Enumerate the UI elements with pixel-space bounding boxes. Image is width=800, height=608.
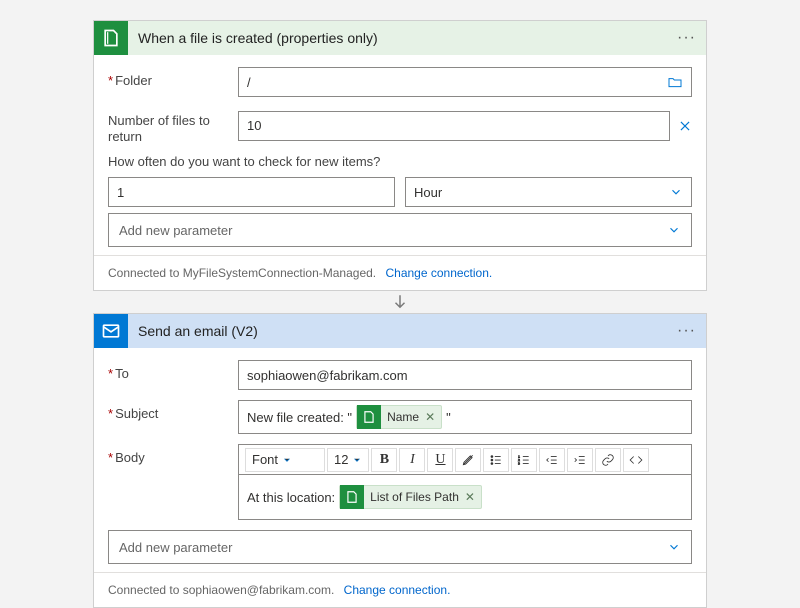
dynamic-token-filepath[interactable]: List of Files Path ✕ <box>339 485 482 509</box>
underline-button[interactable]: U <box>427 448 453 472</box>
filesystem-icon <box>94 21 128 55</box>
body-input[interactable]: At this location: List of Files Path ✕ <box>238 474 692 520</box>
body-label: *Body <box>108 444 238 466</box>
action-header[interactable]: Send an email (V2) ··· <box>94 314 706 348</box>
trigger-header[interactable]: When a file is created (properties only)… <box>94 21 706 55</box>
remove-token-button[interactable]: ✕ <box>465 490 475 504</box>
add-parameter-select[interactable]: Add new parameter <box>108 213 692 247</box>
link-button[interactable] <box>595 448 621 472</box>
outlook-icon <box>94 314 128 348</box>
chevron-down-icon <box>669 185 683 199</box>
remove-token-button[interactable]: ✕ <box>425 410 435 424</box>
add-parameter-select[interactable]: Add new parameter <box>108 530 692 564</box>
to-input[interactable]: sophiaowen@fabrikam.com <box>238 360 692 390</box>
folder-input[interactable]: / <box>238 67 692 97</box>
clear-numfiles-button[interactable] <box>678 119 692 133</box>
filesystem-icon <box>357 405 381 429</box>
change-connection-link[interactable]: Change connection. <box>385 266 492 280</box>
action-menu-button[interactable]: ··· <box>677 322 696 340</box>
folder-picker-icon[interactable] <box>667 74 683 90</box>
font-size-select[interactable]: 12 <box>327 448 369 472</box>
action-footer: Connected to sophiaowen@fabrikam.com. Ch… <box>94 572 706 607</box>
numfiles-input[interactable]: 10 <box>238 111 670 141</box>
outdent-button[interactable] <box>539 448 565 472</box>
subject-input[interactable]: New file created: " Name ✕ " <box>238 400 692 434</box>
filesystem-icon <box>340 485 364 509</box>
dynamic-token-name[interactable]: Name ✕ <box>356 405 442 429</box>
number-list-button[interactable]: 123 <box>511 448 537 472</box>
subject-label: *Subject <box>108 400 238 422</box>
action-card: Send an email (V2) ··· *To sophiaowen@fa… <box>93 313 707 608</box>
folder-label: *Folder <box>108 67 238 89</box>
action-title: Send an email (V2) <box>138 323 677 339</box>
frequency-question: How often do you want to check for new i… <box>108 154 692 169</box>
change-connection-link[interactable]: Change connection. <box>344 583 451 597</box>
bullet-list-button[interactable] <box>483 448 509 472</box>
chevron-down-icon <box>667 223 681 237</box>
font-family-select[interactable]: Font <box>245 448 325 472</box>
trigger-menu-button[interactable]: ··· <box>677 29 696 47</box>
code-view-button[interactable] <box>623 448 649 472</box>
interval-input[interactable]: 1 <box>108 177 395 207</box>
indent-button[interactable] <box>567 448 593 472</box>
trigger-footer: Connected to MyFileSystemConnection-Mana… <box>94 255 706 290</box>
svg-text:3: 3 <box>519 461 521 465</box>
to-label: *To <box>108 360 238 382</box>
richtext-toolbar: Font 12 B I U 123 <box>238 444 692 474</box>
bold-button[interactable]: B <box>371 448 397 472</box>
trigger-card: When a file is created (properties only)… <box>93 20 707 291</box>
trigger-title: When a file is created (properties only) <box>138 30 677 46</box>
flow-arrow-icon <box>391 291 409 313</box>
frequency-select[interactable]: Hour <box>405 177 692 207</box>
font-color-button[interactable] <box>455 448 481 472</box>
chevron-down-icon <box>667 540 681 554</box>
numfiles-label: Number of files to return <box>108 107 238 144</box>
italic-button[interactable]: I <box>399 448 425 472</box>
